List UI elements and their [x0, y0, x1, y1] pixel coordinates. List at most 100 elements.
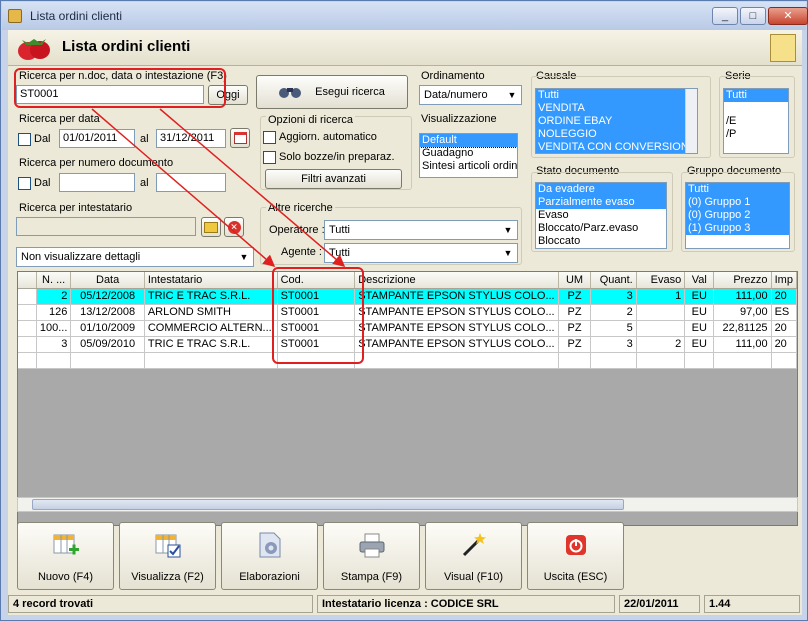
- advanced-filters-button[interactable]: Filtri avanzati: [265, 169, 402, 189]
- list-item[interactable]: Tutti: [724, 89, 788, 102]
- table-cell[interactable]: 2: [590, 304, 637, 321]
- operator-select[interactable]: Tutti ▼: [324, 220, 518, 240]
- list-item[interactable]: Sintesi articoli ordina: [420, 160, 517, 173]
- holder-input[interactable]: [16, 217, 196, 236]
- minimize-button[interactable]: _: [712, 7, 738, 25]
- table-cell[interactable]: PZ: [558, 288, 592, 305]
- table-cell[interactable]: 111,00: [713, 336, 772, 353]
- run-search-button[interactable]: Esegui ricerca: [256, 75, 408, 109]
- scrollbar[interactable]: [685, 89, 697, 153]
- auto-update-checkbox[interactable]: [263, 131, 276, 144]
- view-list[interactable]: Default Guadagno Sintesi articoli ordina: [419, 133, 518, 178]
- table-cell[interactable]: 126: [36, 304, 72, 321]
- list-item[interactable]: (0) Gruppo 1: [686, 196, 789, 209]
- folder-button[interactable]: [201, 217, 221, 237]
- column-header[interactable]: Intestatario: [144, 272, 278, 289]
- close-button[interactable]: ✕: [768, 7, 808, 25]
- table-cell[interactable]: ES: [771, 304, 797, 321]
- clear-holder-button[interactable]: ✕: [224, 217, 244, 237]
- table-cell[interactable]: PZ: [558, 304, 592, 321]
- date-to-input[interactable]: 31/12/2011: [156, 129, 226, 148]
- list-item[interactable]: VENDITA CON CONVERSIONE: [536, 141, 697, 153]
- print-button[interactable]: Stampa (F9): [323, 522, 420, 590]
- column-header[interactable]: Prezzo: [713, 272, 772, 289]
- table-cell[interactable]: STAMPANTE EPSON STYLUS COLO...: [354, 288, 559, 305]
- column-header-blank[interactable]: [18, 272, 37, 289]
- list-item[interactable]: Bloccato/Parz.evaso: [536, 222, 666, 235]
- list-item[interactable]: /P: [724, 128, 788, 141]
- table-cell[interactable]: 111,00: [713, 288, 772, 305]
- list-item[interactable]: VENDITA: [536, 102, 697, 115]
- date-from-checkbox[interactable]: [18, 133, 31, 146]
- table-cell[interactable]: 3: [590, 288, 637, 305]
- list-item[interactable]: ORDINE EBAY: [536, 115, 697, 128]
- table-cell[interactable]: 3: [590, 336, 637, 353]
- table-cell[interactable]: TRIC E TRAC S.R.L.: [144, 336, 278, 353]
- view-button[interactable]: Visualizza (F2): [119, 522, 216, 590]
- list-item[interactable]: (0) Gruppo 2: [686, 209, 789, 222]
- column-header[interactable]: Data: [70, 272, 145, 289]
- table-cell[interactable]: EU: [684, 304, 715, 321]
- table-cell[interactable]: 97,00: [713, 304, 772, 321]
- orders-grid[interactable]: N. ... Data Intestatario Cod. Descrizion…: [17, 271, 798, 526]
- exit-button[interactable]: Uscita (ESC): [527, 522, 624, 590]
- number-from-checkbox[interactable]: [18, 177, 31, 190]
- date-from-input[interactable]: 01/01/2011: [59, 129, 135, 148]
- scrollbar-thumb[interactable]: [32, 499, 624, 510]
- table-row-empty[interactable]: [18, 352, 797, 369]
- table-cell[interactable]: EU: [684, 336, 715, 353]
- table-cell[interactable]: [636, 320, 686, 337]
- list-item[interactable]: (1) Gruppo 3: [686, 222, 789, 235]
- row-marker[interactable]: [18, 288, 37, 305]
- column-header[interactable]: UM: [558, 272, 592, 289]
- visual-button[interactable]: Visual (F10): [425, 522, 522, 590]
- table-row[interactable]: 100... 01/10/2009 COMMERCIO ALTERN... ST…: [18, 320, 797, 337]
- table-cell[interactable]: PZ: [558, 336, 592, 353]
- table-cell[interactable]: 05/09/2010: [70, 336, 145, 353]
- list-item[interactable]: Default: [420, 134, 517, 148]
- calendar-button[interactable]: [230, 128, 250, 148]
- table-cell[interactable]: TRIC E TRAC S.R.L.: [144, 288, 278, 305]
- table-row[interactable]: 3 05/09/2010 TRIC E TRAC S.R.L. ST0001 S…: [18, 336, 797, 353]
- list-item[interactable]: NOLEGGIO: [536, 128, 697, 141]
- table-cell[interactable]: COMMERCIO ALTERN...: [144, 320, 278, 337]
- table-cell[interactable]: 3: [36, 336, 72, 353]
- process-button[interactable]: Elaborazioni: [221, 522, 318, 590]
- column-header[interactable]: Quant.: [590, 272, 637, 289]
- column-header[interactable]: Imp: [771, 272, 797, 289]
- table-cell[interactable]: 20: [771, 288, 797, 305]
- new-button[interactable]: Nuovo (F4): [17, 522, 114, 590]
- drafts-only-checkbox[interactable]: [263, 151, 276, 164]
- table-cell[interactable]: 13/12/2008: [70, 304, 145, 321]
- table-cell[interactable]: 01/10/2009: [70, 320, 145, 337]
- list-item[interactable]: Bloccato: [536, 235, 666, 248]
- table-cell[interactable]: 20: [771, 336, 797, 353]
- table-cell[interactable]: 05/12/2008: [70, 288, 145, 305]
- column-header[interactable]: Descrizione: [354, 272, 559, 289]
- table-cell[interactable]: 5: [590, 320, 637, 337]
- list-item[interactable]: Guadagno: [420, 147, 517, 160]
- doc-group-list[interactable]: Tutti (0) Gruppo 1 (0) Gruppo 2 (1) Grup…: [685, 182, 790, 249]
- row-marker[interactable]: [18, 304, 37, 321]
- list-item[interactable]: Parzialmente evaso: [536, 196, 666, 209]
- table-cell[interactable]: STAMPANTE EPSON STYLUS COLO...: [354, 336, 559, 353]
- table-cell[interactable]: STAMPANTE EPSON STYLUS COLO...: [354, 320, 559, 337]
- table-row[interactable]: 126 13/12/2008 ARLOND SMITH ST0001 STAMP…: [18, 304, 797, 321]
- list-item[interactable]: Tutti: [536, 89, 697, 102]
- table-cell[interactable]: 20: [771, 320, 797, 337]
- list-item[interactable]: [724, 102, 788, 115]
- grid-horizontal-scrollbar[interactable]: [17, 497, 798, 512]
- title-bar[interactable]: Lista ordini clienti _ □ ✕: [2, 2, 808, 30]
- list-item[interactable]: Evaso: [536, 209, 666, 222]
- agent-select[interactable]: Tutti ▼: [324, 243, 518, 263]
- row-marker[interactable]: [18, 320, 37, 337]
- table-cell[interactable]: 2: [36, 288, 72, 305]
- number-to-input[interactable]: [156, 173, 226, 192]
- table-cell[interactable]: 2: [636, 336, 686, 353]
- column-header[interactable]: Val: [684, 272, 715, 289]
- table-cell[interactable]: EU: [684, 320, 715, 337]
- number-from-input[interactable]: [59, 173, 135, 192]
- table-cell[interactable]: 100...: [36, 320, 72, 337]
- list-item[interactable]: Da evadere: [536, 183, 666, 196]
- table-cell[interactable]: ARLOND SMITH: [144, 304, 278, 321]
